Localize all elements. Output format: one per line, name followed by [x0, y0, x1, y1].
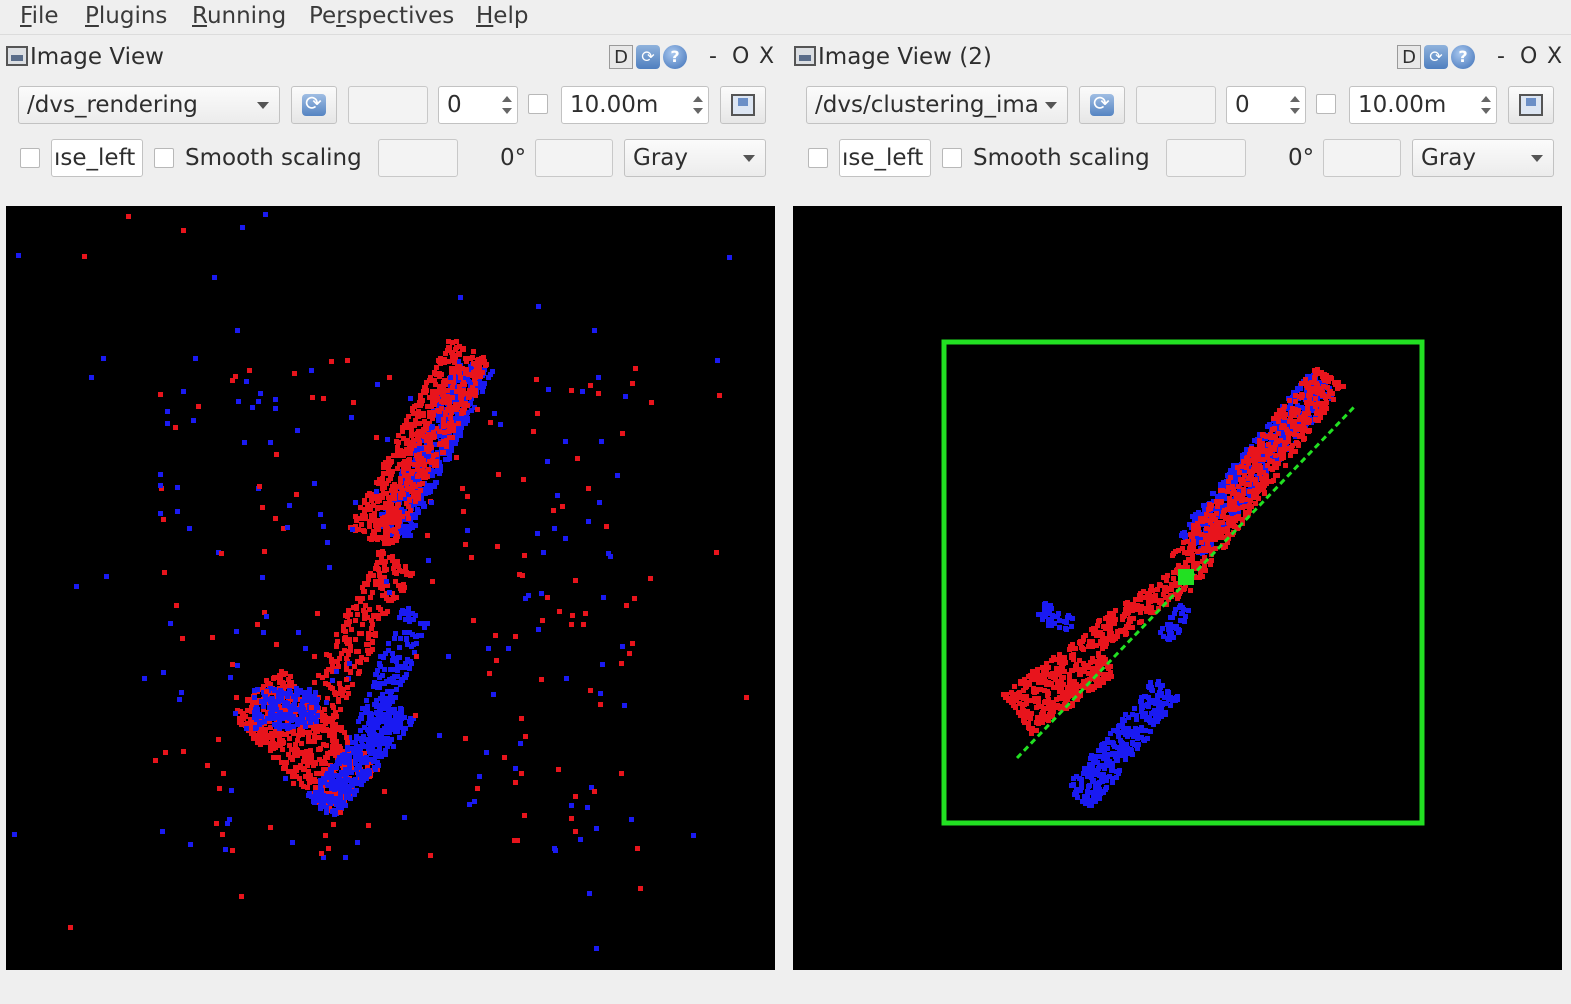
smooth-scaling-checkbox[interactable]: [154, 148, 174, 168]
menu-bar: File Plugins Running Perspectives Help: [0, 0, 1571, 35]
close-button[interactable]: X: [1547, 44, 1562, 70]
menu-running[interactable]: Running: [192, 2, 286, 30]
image-canvas[interactable]: [793, 206, 1562, 970]
panel-title-bar: Image View (2) D ⟳ ? - O X: [788, 42, 1571, 72]
image-view-icon: [6, 46, 28, 66]
menu-file[interactable]: File: [20, 2, 59, 30]
dock-d-button[interactable]: D: [1397, 45, 1421, 69]
smooth-scaling-label: Smooth scaling: [973, 145, 1150, 171]
image-view-panel-1: Image View D ⟳ ? - O X /dvs_rendering 0 …: [0, 36, 784, 976]
colormap-select[interactable]: Gray: [624, 139, 766, 177]
panel-title-bar: Image View D ⟳ ? - O X: [0, 42, 784, 72]
float-button[interactable]: O: [732, 44, 749, 70]
dvs-clustering-image: [941, 339, 1425, 826]
spin-up-icon[interactable]: [502, 96, 512, 102]
frame-value: 0: [1235, 92, 1250, 118]
ns-field[interactable]: [1136, 86, 1216, 124]
menu-help[interactable]: Help: [476, 2, 528, 30]
dynamic-range-checkbox[interactable]: [528, 94, 548, 114]
save-icon: [1519, 94, 1543, 116]
chevron-down-icon: [257, 102, 269, 109]
save-icon: [731, 94, 755, 116]
status-bar: [0, 976, 1571, 1004]
rotate-left-button[interactable]: [378, 139, 458, 177]
colormap-value: Gray: [1421, 145, 1476, 171]
dock-d-button[interactable]: D: [609, 45, 633, 69]
image-view-panel-2: Image View (2) D ⟳ ? - O X /dvs/clusteri…: [788, 36, 1571, 976]
close-button[interactable]: X: [759, 44, 774, 70]
frame-spinbox[interactable]: 0: [1226, 86, 1306, 124]
smooth-scaling-checkbox[interactable]: [942, 148, 962, 168]
mouse-publish-checkbox[interactable]: [20, 148, 40, 168]
topic-select-value: /dvs_rendering: [27, 92, 198, 118]
max-range-spinbox[interactable]: 10.00m: [1349, 86, 1497, 124]
refresh-icon: [302, 91, 326, 116]
image-canvas[interactable]: [6, 206, 775, 970]
dynamic-range-checkbox[interactable]: [1316, 94, 1336, 114]
float-button[interactable]: O: [1520, 44, 1537, 70]
refresh-topics-button[interactable]: [1079, 86, 1125, 124]
rotation-label: 0°: [1288, 145, 1315, 171]
spin-down-icon[interactable]: [502, 108, 512, 114]
mouse-publish-checkbox[interactable]: [808, 148, 828, 168]
rotation-label: 0°: [500, 145, 527, 171]
cluster-centroid: [1178, 569, 1194, 585]
menu-plugins[interactable]: Plugins: [85, 2, 167, 30]
panel-title: Image View (2): [818, 44, 992, 70]
refresh-icon: [1090, 91, 1114, 116]
topic-select[interactable]: /dvs_rendering: [18, 86, 280, 124]
dvs-rendering-image: [12, 212, 749, 951]
spin-up-icon[interactable]: [693, 96, 703, 102]
smooth-scaling-label: Smooth scaling: [185, 145, 362, 171]
reload-icon[interactable]: ⟳: [1424, 45, 1448, 69]
rotate-right-button[interactable]: [535, 139, 613, 177]
topic-select[interactable]: /dvs/clustering_ima: [806, 86, 1068, 124]
image-view-icon: [794, 46, 816, 66]
spin-down-icon[interactable]: [1481, 108, 1491, 114]
menu-perspectives[interactable]: Perspectives: [309, 2, 454, 30]
chevron-down-icon: [743, 155, 755, 162]
rotate-right-button[interactable]: [1323, 139, 1401, 177]
help-icon[interactable]: ?: [1451, 45, 1475, 69]
minimize-button[interactable]: -: [709, 44, 717, 70]
ns-field[interactable]: [348, 86, 428, 124]
help-icon[interactable]: ?: [663, 45, 687, 69]
panel-title: Image View: [30, 44, 164, 70]
refresh-topics-button[interactable]: [291, 86, 337, 124]
save-image-button[interactable]: [720, 86, 766, 124]
colormap-value: Gray: [633, 145, 688, 171]
spin-down-icon[interactable]: [693, 108, 703, 114]
spin-up-icon[interactable]: [1290, 96, 1300, 102]
spin-up-icon[interactable]: [1481, 96, 1491, 102]
frame-spinbox[interactable]: 0: [438, 86, 518, 124]
frame-value: 0: [447, 92, 462, 118]
reload-icon[interactable]: ⟳: [636, 45, 660, 69]
save-image-button[interactable]: [1508, 86, 1554, 124]
mouse-topic-input[interactable]: ıse_left: [839, 139, 931, 177]
max-range-spinbox[interactable]: 10.00m: [561, 86, 709, 124]
chevron-down-icon: [1531, 155, 1543, 162]
colormap-select[interactable]: Gray: [1412, 139, 1554, 177]
topic-select-value: /dvs/clustering_ima: [815, 92, 1039, 118]
mouse-topic-input[interactable]: ıse_left: [51, 139, 143, 177]
max-range-value: 10.00m: [570, 92, 659, 118]
chevron-down-icon: [1045, 102, 1057, 109]
max-range-value: 10.00m: [1358, 92, 1447, 118]
spin-down-icon[interactable]: [1290, 108, 1300, 114]
minimize-button[interactable]: -: [1497, 44, 1505, 70]
rotate-left-button[interactable]: [1166, 139, 1246, 177]
